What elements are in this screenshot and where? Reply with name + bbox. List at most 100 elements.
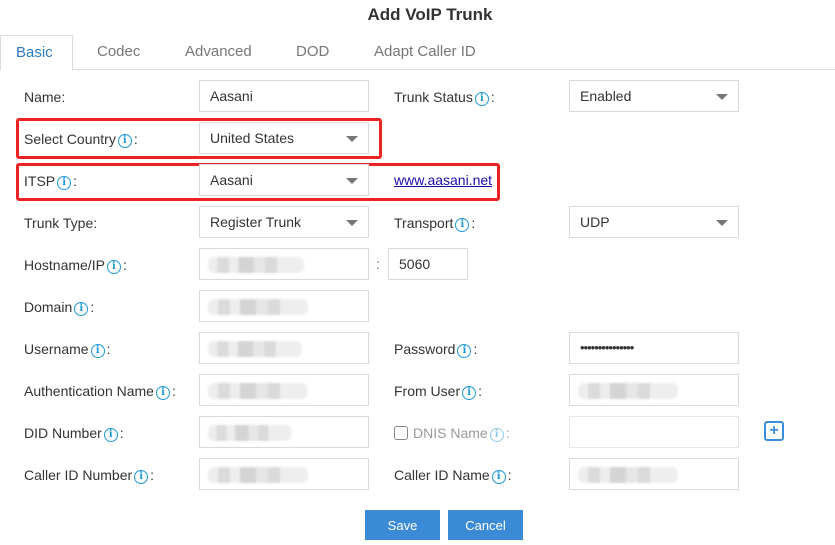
- tab-advanced[interactable]: Advanced: [185, 35, 252, 70]
- trunk-type-value: Register Trunk: [210, 214, 302, 230]
- info-icon[interactable]: i: [155, 386, 170, 400]
- chevron-down-icon: [346, 220, 358, 226]
- chevron-down-icon: [716, 220, 728, 226]
- caller-id-name-label: Caller ID Name i:: [394, 465, 512, 485]
- password-input[interactable]: •••••••••••••••: [569, 332, 739, 364]
- select-country-text: Select Country: [24, 131, 116, 147]
- dialog-title: Add VoIP Trunk: [367, 5, 493, 24]
- trunk-type-label: Trunk Type:: [24, 215, 98, 231]
- hostname-input[interactable]: [199, 248, 369, 280]
- info-icon[interactable]: i: [106, 260, 121, 274]
- itsp-value: Aasani: [210, 172, 253, 188]
- caller-id-number-input[interactable]: [199, 458, 369, 490]
- info-icon[interactable]: i: [90, 344, 105, 358]
- info-icon[interactable]: i: [455, 218, 470, 232]
- auth-name-input[interactable]: [199, 374, 369, 406]
- info-icon[interactable]: i: [462, 386, 477, 400]
- transport-value: UDP: [580, 214, 610, 230]
- tab-basic[interactable]: Basic: [0, 35, 73, 71]
- colon: :: [133, 131, 138, 147]
- auth-name-label: Authentication Name i:: [24, 381, 176, 401]
- colon: :: [471, 215, 476, 231]
- colon: :: [505, 425, 510, 441]
- colon: :: [90, 299, 95, 315]
- redacted-value: [578, 467, 678, 483]
- hostname-text: Hostname/IP: [24, 257, 105, 273]
- domain-label: Domain i:: [24, 297, 94, 317]
- cancel-button[interactable]: Cancel: [448, 510, 523, 540]
- colon: :: [119, 425, 124, 441]
- redacted-value: [208, 257, 304, 273]
- info-icon[interactable]: i: [134, 470, 149, 484]
- dnis-name-checkbox[interactable]: [394, 426, 408, 440]
- itsp-select[interactable]: Aasani: [199, 164, 369, 196]
- port-input[interactable]: 5060: [388, 248, 468, 280]
- caller-id-name-input[interactable]: [569, 458, 739, 490]
- redacted-value: [578, 383, 678, 399]
- info-icon[interactable]: i: [57, 176, 72, 190]
- trunk-type-select[interactable]: Register Trunk: [199, 206, 369, 238]
- caller-id-number-label: Caller ID Number i:: [24, 465, 154, 485]
- username-label: Username i:: [24, 339, 110, 359]
- colon: :: [73, 173, 78, 189]
- plus-square-icon[interactable]: +: [764, 421, 784, 441]
- transport-text: Transport: [394, 215, 454, 231]
- redacted-value: [208, 341, 302, 357]
- colon: :: [490, 89, 495, 105]
- tab-codec[interactable]: Codec: [97, 35, 140, 70]
- name-value: Aasani: [210, 88, 253, 104]
- chevron-down-icon: [716, 94, 728, 100]
- dnis-name-text: DNIS Name: [413, 425, 488, 441]
- port-separator: :: [376, 256, 380, 272]
- domain-text: Domain: [24, 299, 73, 315]
- username-text: Username: [24, 341, 89, 357]
- transport-select[interactable]: UDP: [569, 206, 739, 238]
- redacted-value: [208, 425, 292, 441]
- redacted-value: [208, 383, 308, 399]
- caller-id-number-text: Caller ID Number: [24, 467, 133, 483]
- hostname-label: Hostname/IP i:: [24, 255, 127, 275]
- redacted-value: [208, 299, 308, 315]
- name-label: Name:: [24, 89, 66, 105]
- info-icon[interactable]: i: [117, 134, 132, 148]
- name-input[interactable]: Aasani: [199, 80, 369, 112]
- trunk-status-select[interactable]: Enabled: [569, 80, 739, 112]
- trunk-status-text: Trunk Status: [394, 89, 473, 105]
- password-value: •••••••••••••••: [580, 340, 634, 355]
- colon: :: [478, 383, 483, 399]
- auth-name-text: Authentication Name: [24, 383, 154, 399]
- domain-input[interactable]: [199, 290, 369, 322]
- itsp-website-link[interactable]: www.aasani.net: [394, 172, 492, 188]
- colon: :: [507, 467, 512, 483]
- select-country-label: Select Country i:: [24, 129, 138, 149]
- password-label: Password i:: [394, 339, 477, 359]
- select-country-select[interactable]: United States: [199, 122, 369, 154]
- select-country-value: United States: [210, 130, 295, 146]
- did-number-text: DID Number: [24, 425, 102, 441]
- info-icon[interactable]: i: [474, 92, 489, 106]
- save-button[interactable]: Save: [365, 510, 440, 540]
- from-user-label: From User i:: [394, 381, 482, 401]
- trunk-status-value: Enabled: [580, 88, 632, 104]
- info-icon[interactable]: i: [103, 428, 118, 442]
- password-text: Password: [394, 341, 456, 357]
- redacted-value: [208, 467, 308, 483]
- did-number-input[interactable]: [199, 416, 369, 448]
- itsp-text: ITSP: [24, 173, 56, 189]
- port-value: 5060: [399, 256, 431, 272]
- from-user-text: From User: [394, 383, 461, 399]
- username-input[interactable]: [199, 332, 369, 364]
- colon: :: [171, 383, 176, 399]
- dnis-name-input[interactable]: [569, 416, 739, 448]
- info-icon[interactable]: i: [74, 302, 89, 316]
- info-icon[interactable]: i: [457, 344, 472, 358]
- info-icon[interactable]: i: [491, 470, 506, 484]
- from-user-input[interactable]: [569, 374, 739, 406]
- colon: :: [122, 257, 127, 273]
- info-icon[interactable]: i: [489, 428, 504, 442]
- caller-id-name-text: Caller ID Name: [394, 467, 490, 483]
- tab-adapt-caller-id[interactable]: Adapt Caller ID: [374, 35, 476, 70]
- chevron-down-icon: [346, 136, 358, 142]
- dnis-name-label: DNIS Name i:: [394, 423, 510, 443]
- tab-dod[interactable]: DOD: [296, 35, 329, 70]
